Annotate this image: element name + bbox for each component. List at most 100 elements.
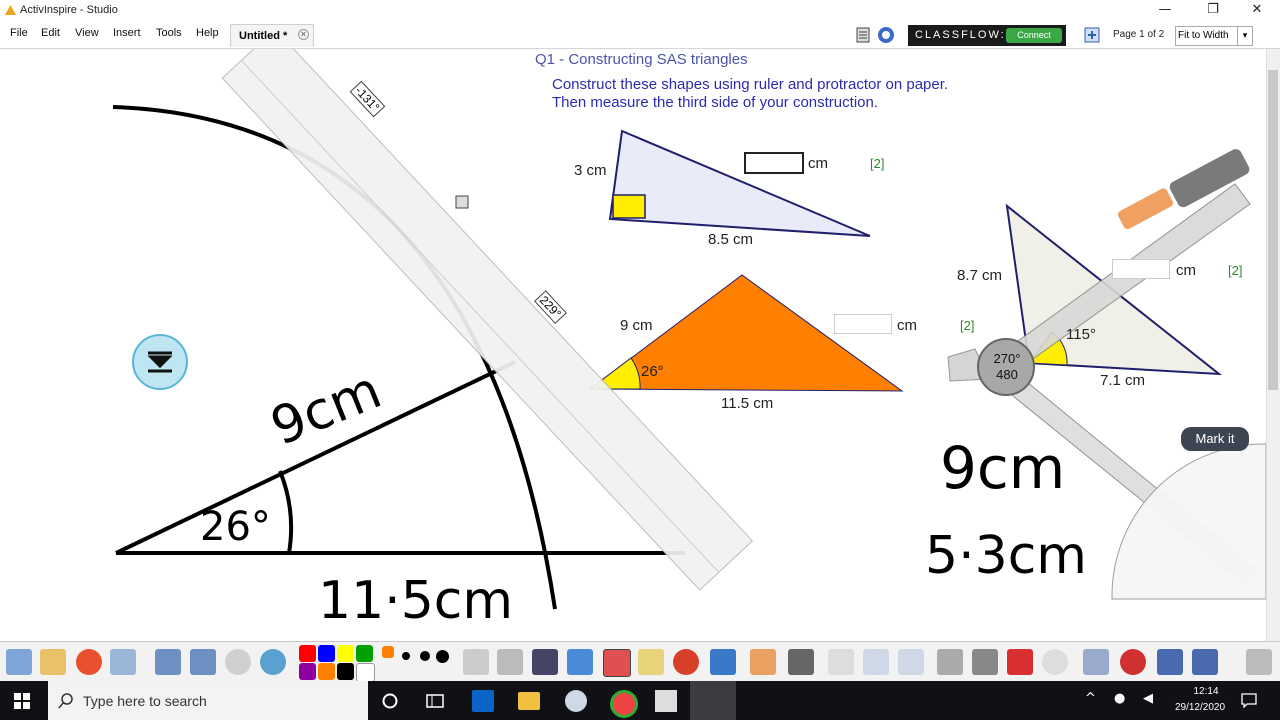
task-view-icon[interactable] [426, 693, 444, 709]
resource-library-icon[interactable] [750, 649, 776, 675]
color-green-swatch[interactable] [356, 645, 373, 662]
color-red-swatch[interactable] [299, 645, 316, 662]
menu-tools[interactable]: Tools [156, 27, 182, 39]
color-purple-swatch[interactable] [299, 663, 316, 680]
window-title: ActivInspire - Studio [20, 4, 118, 16]
color-orange-swatch[interactable] [318, 663, 335, 680]
compass-length: 480 [996, 367, 1018, 382]
triangle-3-marks: [2] [1228, 263, 1243, 278]
connect-button[interactable]: Connect [1006, 28, 1062, 43]
color-yellow-swatch[interactable] [337, 645, 354, 662]
mark-it-button[interactable]: Mark it [1181, 427, 1249, 451]
pen-icon[interactable] [532, 649, 558, 675]
pen-width-medium-icon[interactable] [420, 651, 430, 661]
browsers-icon[interactable] [40, 649, 66, 675]
triangle-1-answer-input[interactable] [744, 152, 804, 174]
protractor-icon[interactable] [863, 649, 889, 675]
pen-width-small-icon[interactable] [402, 652, 410, 660]
calculator-icon[interactable] [972, 649, 998, 675]
document-tab[interactable]: Untitled * × [230, 24, 314, 47]
minimize-button[interactable]: — [1142, 0, 1188, 22]
undo-icon[interactable] [1157, 649, 1183, 675]
ruler-icon[interactable] [828, 649, 854, 675]
zoom-select[interactable]: Fit to Width ▾ [1175, 26, 1253, 46]
color-black-swatch[interactable] [337, 663, 354, 680]
question-title: Q1 - Constructing SAS triangles [535, 51, 748, 68]
menu-insert[interactable]: Insert [113, 27, 141, 39]
outlook-icon[interactable] [472, 690, 494, 712]
close-tab-icon[interactable]: × [298, 29, 309, 40]
next-page-icon[interactable] [190, 649, 216, 675]
search-icon [58, 693, 73, 709]
main-menu-icon[interactable] [6, 649, 32, 675]
page-notes-icon[interactable] [455, 195, 469, 209]
handwritten-answer-2: 5·3cm [925, 526, 1087, 586]
windows-taskbar: Type here to search ^ ● ◀ 12:14 29/12/20… [0, 681, 1280, 720]
windows-start-icon[interactable] [14, 693, 30, 709]
shape-icon[interactable] [673, 649, 699, 675]
classflow-brand: CLASSFLOW: [915, 29, 1006, 41]
question-line-2: Then measure the third side of your cons… [552, 94, 879, 111]
connector-icon[interactable] [710, 649, 736, 675]
play-icon[interactable] [225, 649, 251, 675]
clapper-icon[interactable] [788, 649, 814, 675]
question-line-1: Construct these shapes using ruler and p… [552, 76, 949, 93]
page-notes-icon[interactable] [855, 27, 871, 43]
triangle-2-answer-input[interactable] [834, 314, 892, 334]
color-blue-swatch[interactable] [318, 645, 335, 662]
notifications-icon[interactable] [1241, 693, 1257, 708]
spotlight-icon[interactable] [1042, 649, 1068, 675]
ruler-tool [221, 49, 754, 591]
paint-icon[interactable] [565, 690, 587, 712]
file-explorer-icon[interactable] [518, 692, 540, 710]
app-logo-icon [5, 5, 16, 15]
menu-edit[interactable]: Edit [41, 27, 60, 39]
redo-icon[interactable] [1192, 649, 1218, 675]
clock-date[interactable]: 29/12/2020 [1168, 702, 1232, 713]
tray-arrow-icon[interactable]: ^ [1085, 691, 1096, 706]
microphone-icon[interactable]: ● [1114, 691, 1125, 706]
triangle-1-unit: cm [808, 155, 828, 172]
triangle-3-answer-input[interactable] [1112, 259, 1170, 279]
set-square-icon[interactable] [898, 649, 924, 675]
browser-icon[interactable] [877, 26, 895, 44]
previous-page-icon[interactable] [155, 649, 181, 675]
pen-record-icon[interactable] [76, 649, 102, 675]
select-icon[interactable] [463, 649, 489, 675]
taskbar-search-box[interactable]: Type here to search [48, 681, 368, 720]
main-toolbox [0, 641, 1280, 682]
pen-width-large-icon[interactable] [436, 650, 449, 663]
fill-icon[interactable] [638, 649, 664, 675]
pin-toolbox-icon[interactable] [1246, 649, 1272, 675]
protractor-tool [1111, 443, 1266, 600]
scrollbar-thumb[interactable] [1268, 70, 1278, 390]
page-pull-down-icon[interactable] [131, 333, 189, 391]
dice-icon[interactable] [1007, 649, 1033, 675]
page-indicator: Page 1 of 2 [1113, 29, 1165, 40]
compass-readout: 270° 480 [985, 351, 1029, 383]
compass-icon[interactable] [937, 649, 963, 675]
activinspire-taskbar-icon[interactable] [690, 681, 736, 720]
highlighter-icon[interactable] [567, 649, 593, 675]
cortana-icon[interactable] [382, 693, 398, 709]
maximize-button[interactable]: ❐ [1190, 0, 1236, 22]
globe-icon[interactable] [260, 649, 286, 675]
desktop-annotate-icon[interactable] [110, 649, 136, 675]
flipchart-canvas[interactable]: Q1 - Constructing SAS triangles Construc… [0, 49, 1266, 641]
pen-width-icon[interactable] [382, 646, 394, 658]
volume-icon[interactable]: ◀ [1143, 691, 1153, 706]
experiment-icon[interactable] [1083, 649, 1109, 675]
menu-view[interactable]: View [75, 27, 99, 39]
page-browser-icon[interactable] [1084, 27, 1100, 43]
color-white-swatch[interactable] [356, 663, 375, 682]
reset-page-icon[interactable] [1120, 649, 1146, 675]
chrome-icon[interactable] [610, 690, 638, 718]
clock-time[interactable]: 12:14 [1180, 686, 1232, 697]
close-window-button[interactable]: ✕ [1234, 0, 1280, 22]
menu-file[interactable]: File [10, 27, 28, 39]
tools-icon[interactable] [497, 649, 523, 675]
eraser-icon[interactable] [603, 649, 631, 677]
handwritten-angle-label: 26° [200, 504, 271, 550]
save-app-icon[interactable] [655, 690, 677, 712]
menu-help[interactable]: Help [196, 27, 219, 39]
